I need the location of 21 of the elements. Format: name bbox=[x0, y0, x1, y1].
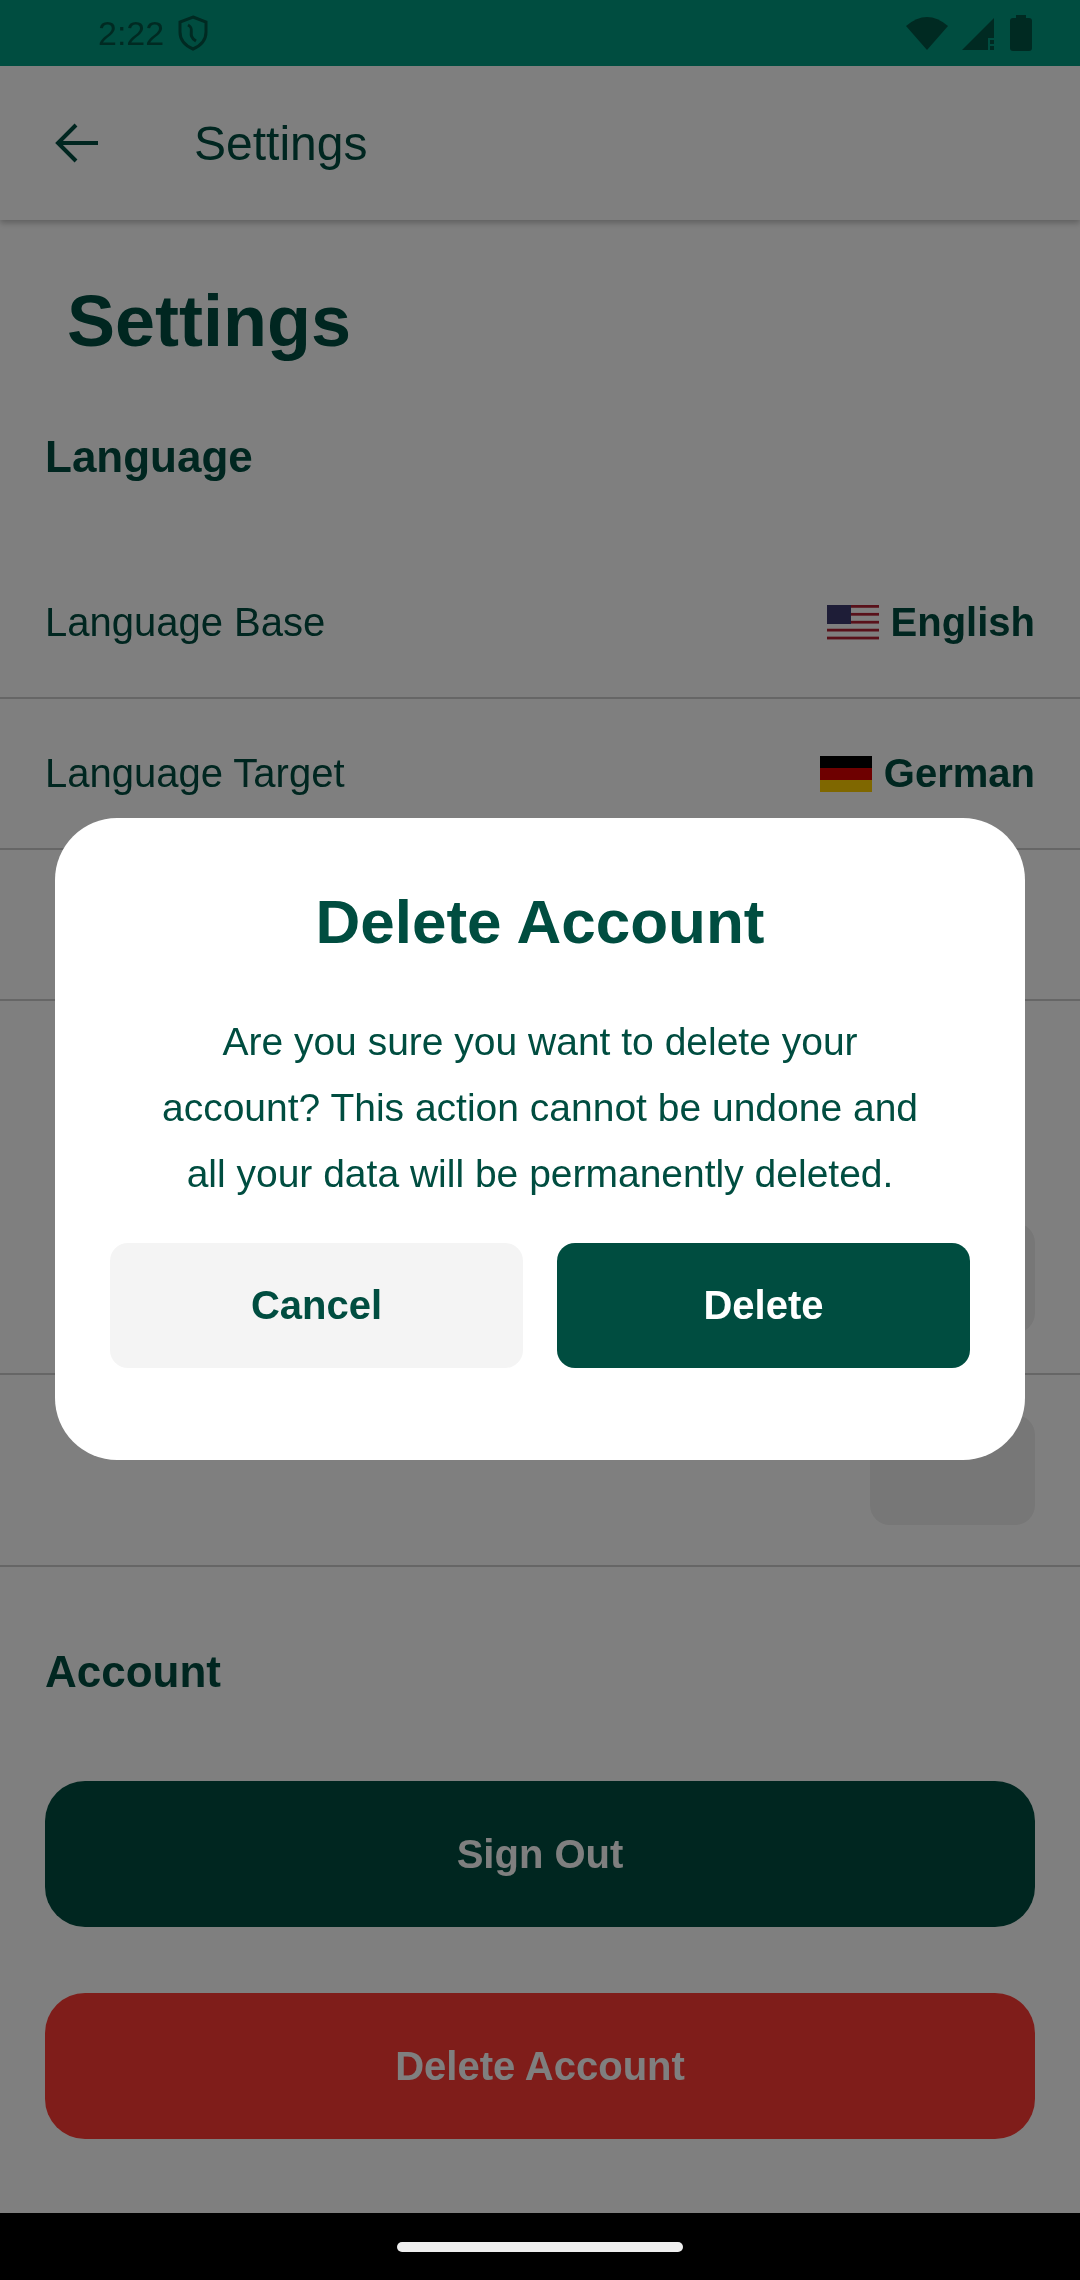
setting-value[interactable]: German bbox=[883, 751, 1035, 796]
home-indicator[interactable] bbox=[397, 2241, 683, 2252]
setting-label: Language Base bbox=[45, 600, 326, 645]
page-title: Settings bbox=[66, 280, 352, 362]
flag-icon bbox=[826, 604, 879, 641]
shield-icon bbox=[178, 15, 209, 51]
dialog-title: Delete Account bbox=[315, 886, 765, 957]
confirm-button[interactable]: Delete bbox=[557, 1243, 970, 1368]
section-title: Language bbox=[45, 432, 253, 482]
sign-out-button[interactable]: Sign Out bbox=[45, 1781, 1035, 1927]
section-title: Account bbox=[45, 1647, 221, 1697]
battery-icon bbox=[1010, 15, 1032, 51]
flag-icon bbox=[819, 755, 872, 792]
setting-label: Language Target bbox=[45, 751, 345, 796]
cancel-button[interactable]: Cancel bbox=[110, 1243, 523, 1368]
setting-value[interactable]: English bbox=[890, 600, 1035, 645]
wifi-icon bbox=[906, 16, 948, 50]
delete-account-button[interactable]: Delete Account bbox=[45, 1993, 1035, 2139]
signal-icon bbox=[962, 16, 996, 50]
app-bar-title: Settings bbox=[194, 115, 368, 171]
dialog-message: Are you sure you want to delete your account? This action cannot be undone and all your data will be permanently deleted. bbox=[161, 1019, 919, 1197]
